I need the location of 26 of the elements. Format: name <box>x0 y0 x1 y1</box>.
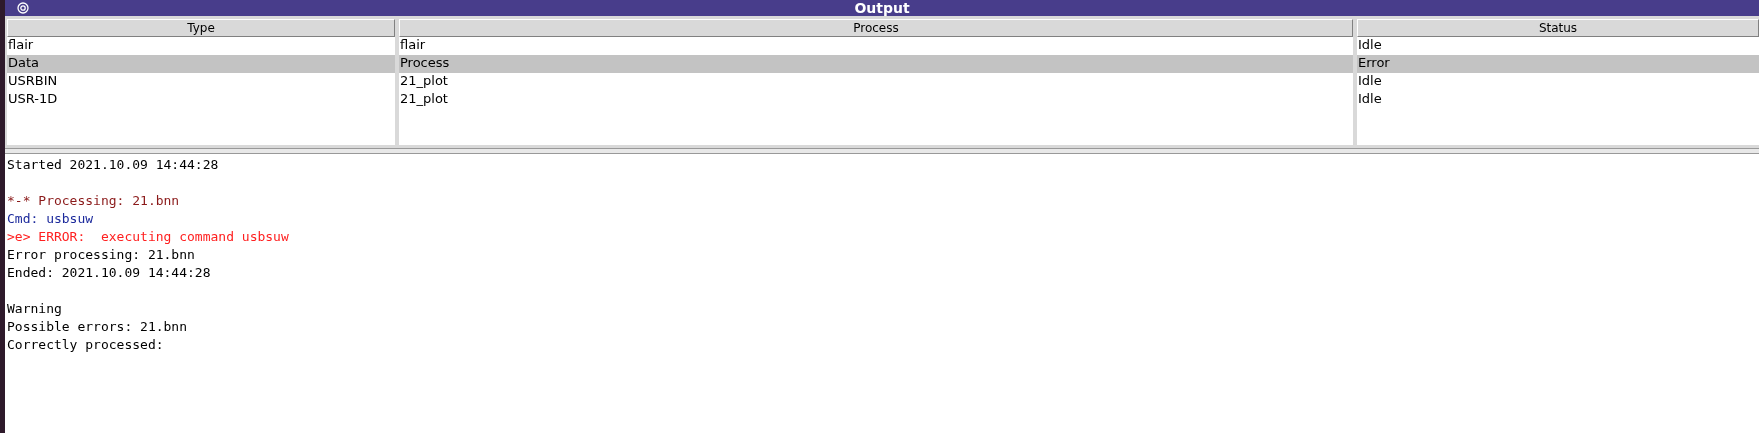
log-line: Correctly processed: <box>7 336 165 354</box>
table-cell[interactable]: 21_plot <box>399 73 1353 91</box>
column-header[interactable]: Type <box>7 19 395 37</box>
table-cell[interactable]: Idle <box>1357 73 1759 91</box>
table-cell[interactable]: flair <box>7 37 395 55</box>
log-line: Warning <box>7 300 63 318</box>
column-header[interactable]: Status <box>1357 19 1759 37</box>
table-cell[interactable]: Idle <box>1357 91 1759 109</box>
log-line: Possible errors: 21.bnn <box>7 318 188 336</box>
table-cell[interactable]: Process <box>399 55 1353 73</box>
table-cell[interactable]: Idle <box>1357 37 1759 55</box>
window-menu-icon[interactable] <box>17 2 29 14</box>
table-cell[interactable]: USRBIN <box>7 73 395 91</box>
log-line: Error processing: 21.bnn <box>7 246 196 264</box>
table-cell[interactable]: Data <box>7 55 395 73</box>
table-cell[interactable]: USR-1D <box>7 91 395 109</box>
log-line: Cmd: usbsuw <box>7 210 95 228</box>
window-title: Output <box>854 0 910 16</box>
column-header[interactable]: Process <box>399 19 1353 37</box>
table-cell[interactable]: Error <box>1357 55 1759 73</box>
table-cell[interactable]: flair <box>399 37 1353 55</box>
log-line: >e> ERROR: executing command usbsuw <box>7 228 290 246</box>
log-line: Ended: 2021.10.09 14:44:28 <box>7 264 212 282</box>
log-line: *-* Processing: 21.bnn <box>7 192 181 210</box>
table-cell[interactable]: 21_plot <box>399 91 1353 109</box>
log-line: Started 2021.10.09 14:44:28 <box>7 156 220 174</box>
